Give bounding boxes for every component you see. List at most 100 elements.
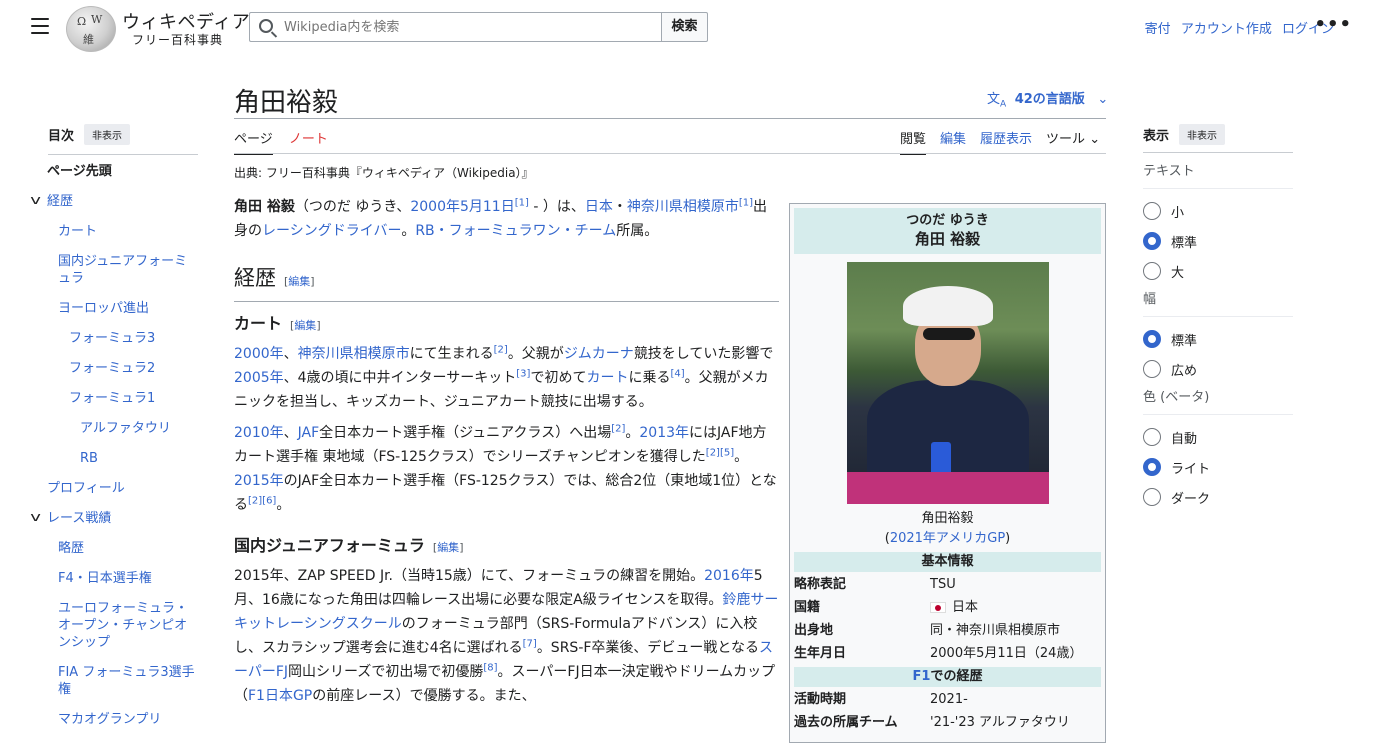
link-srs[interactable]: 鈴鹿サーキットレーシングスクール (234, 592, 778, 632)
radio-button[interactable] (1143, 428, 1161, 446)
tab-tools[interactable]: ツール ⌄ (1046, 128, 1100, 155)
toc-item[interactable]: 略歴 (32, 540, 198, 557)
toc-item[interactable]: フォーミュラ3 (32, 330, 198, 347)
toc-list: ページ先頭 v 経歴カート国内ジュニアフォーミュラヨーロッパ進出 フォーミュラ3 フォー… (30, 163, 198, 728)
tab-read[interactable]: 閲覧 (900, 128, 927, 155)
radio-button[interactable] (1143, 232, 1161, 250)
appearance-title: 表示 (1143, 128, 1170, 144)
appearance-hide-button[interactable]: 非表示 (1179, 123, 1226, 145)
link-f1-japan-gp[interactable]: F1日本GP (248, 688, 312, 704)
more-options-icon[interactable]: ••• (1314, 14, 1352, 35)
color-option[interactable]: ダーク (1143, 487, 1293, 507)
radio-button[interactable] (1143, 360, 1161, 378)
search-box[interactable] (249, 12, 662, 42)
infobox-row: 略称表記 TSU (794, 577, 956, 592)
infobox-row: 過去の所属チーム '21-'23 アルファタウリ (794, 715, 1070, 730)
paragraph: 2000年、神奈川県相模原市にて生まれる[2]。父親がジムカーナ競技をしていた影… (234, 344, 774, 410)
link-2016[interactable]: 2016年 (704, 568, 754, 584)
edit-link[interactable]: 編集 (288, 275, 310, 288)
toc-item[interactable]: ユーロフォーミュラ・オープン・チャンピオンシップ (32, 600, 198, 651)
search-input[interactable] (282, 19, 642, 36)
main-menu-icon[interactable] (31, 18, 49, 34)
tab-page[interactable]: ページ (234, 132, 273, 155)
toc-item[interactable]: フォーミュラ2 (32, 360, 198, 377)
infobox-row: 出身地 同・神奈川県相模原市 (794, 623, 1061, 638)
link-2013[interactable]: 2013年 (639, 425, 689, 441)
source-line: 出典: フリー百科事典『ウィキペディア（Wikipedia）』 (234, 166, 534, 180)
toc-item[interactable]: F4・日本選手権 (32, 570, 198, 587)
edit-link[interactable]: 編集 (294, 319, 316, 332)
language-button[interactable]: 文A 42の言語版 ⌄ (987, 88, 1108, 110)
page-title: 角田裕毅 (234, 88, 339, 118)
chevron-down-icon[interactable]: v (30, 509, 41, 526)
photo-caption: 角田裕毅 (2021年アメリカGP) (884, 511, 1011, 546)
link-super-fj[interactable]: スーパーFJ (234, 640, 773, 680)
toc-item[interactable]: カート (32, 223, 198, 240)
toc-item[interactable]: フォーミュラ1 (32, 390, 198, 407)
search-icon (259, 19, 273, 33)
tab-history[interactable]: 履歴表示 (980, 128, 1032, 155)
link-f1[interactable]: F1 (913, 669, 931, 684)
wikipedia-globe-logo[interactable]: Ω W 維 (66, 6, 116, 52)
link-2005[interactable]: 2005年 (234, 370, 284, 386)
link-gymkhana[interactable]: ジムカーナ (564, 346, 634, 362)
tab-talk[interactable]: ノート (289, 132, 328, 147)
link-jaf[interactable]: JAF (298, 425, 320, 441)
link-2010[interactable]: 2010年 (234, 425, 284, 441)
toc-item[interactable]: 国内ジュニアフォーミュラ (32, 253, 198, 287)
toc-item[interactable]: マカオグランプリ (32, 711, 198, 728)
toc-item[interactable]: FIA フォーミュラ3選手権 (32, 664, 198, 698)
site-tagline: フリー百科事典 (132, 33, 224, 47)
portrait-photo[interactable] (846, 262, 1049, 504)
text-size-label: テキスト (1143, 163, 1293, 189)
infobox-row: 活動時期 2021- (794, 692, 968, 707)
link-birthdate[interactable]: 2000年5月11日 (410, 199, 514, 215)
link-2000[interactable]: 2000年 (234, 346, 284, 362)
color-option[interactable]: ライト (1143, 457, 1293, 477)
radio-button[interactable] (1143, 330, 1161, 348)
link-2021-us-gp[interactable]: 2021年アメリカGP (890, 531, 1005, 546)
link-rb-f1[interactable]: RB・フォーミュラワン・チーム (415, 223, 616, 239)
infobox: つのだ ゆうき 角田 裕毅 角田裕毅 (2021年アメリカGP) 基本情報 略称… (789, 203, 1106, 743)
text-size-option[interactable]: 大 (1143, 261, 1293, 281)
chevron-down-icon[interactable]: v (30, 192, 41, 209)
radio-button[interactable] (1143, 262, 1161, 280)
link-sagamihara[interactable]: 神奈川県相模原市 (298, 346, 410, 362)
link-racing-driver[interactable]: レーシングドライバー (262, 223, 401, 239)
toc-item[interactable]: ページ先頭 (32, 163, 198, 180)
infobox-row: 国籍 日本 (794, 600, 979, 615)
text-size-option[interactable]: 標準 (1143, 231, 1293, 251)
width-option[interactable]: 広め (1143, 359, 1293, 379)
radio-button[interactable] (1143, 488, 1161, 506)
toc-item[interactable]: v レース戦績 (30, 509, 198, 527)
text-size-option[interactable]: 小 (1143, 201, 1293, 221)
donate-link[interactable]: 寄付 (1145, 22, 1171, 37)
width-option[interactable]: 標準 (1143, 329, 1293, 349)
toc-item[interactable]: v 経歴 (30, 192, 198, 210)
translate-icon: 文A (987, 92, 1007, 110)
radio-button[interactable] (1143, 202, 1161, 220)
toc-item[interactable]: プロフィール (32, 480, 198, 497)
link-sagamihara[interactable]: 神奈川県相模原市 (627, 199, 739, 215)
personal-tools: 寄付 アカウント作成 ログイン (1139, 18, 1334, 37)
link-2015[interactable]: 2015年 (234, 473, 284, 489)
color-option[interactable]: 自動 (1143, 427, 1293, 447)
search-button[interactable]: 検索 (661, 12, 708, 42)
article-body: 角田 裕毅（つのだ ゆうき、2000年5月11日[1] - ）は、日本・神奈川県… (234, 195, 779, 715)
lead-paragraph: 角田 裕毅（つのだ ゆうき、2000年5月11日[1] - ）は、日本・神奈川県… (234, 197, 768, 239)
toc-item[interactable]: ヨーロッパ進出 (32, 300, 198, 317)
section-heading-kart: カート [編集] (234, 314, 321, 333)
infobox-row: 生年月日 2000年5月11日（24歳） (794, 646, 1083, 661)
japan-flag-icon (930, 602, 946, 613)
create-account-link[interactable]: アカウント作成 (1181, 22, 1272, 37)
appearance-panel: 表示 非表示 テキスト 小標準大 幅 標準 広め 色 (ベータ) 自動 ライト ダーク (1143, 123, 1293, 517)
link-kart[interactable]: カート (586, 370, 628, 386)
toc-item[interactable]: アルファタウリ (32, 420, 198, 437)
paragraph: 2010年、JAF全日本カート選手権（ジュニアクラス）へ出場[2]。2013年に… (234, 423, 777, 513)
link-japan[interactable]: 日本 (585, 199, 613, 215)
tab-edit[interactable]: 編集 (940, 128, 966, 155)
toc-item[interactable]: RB (32, 450, 198, 467)
toc-hide-button[interactable]: 非表示 (84, 123, 131, 145)
edit-link[interactable]: 編集 (437, 541, 459, 554)
radio-button[interactable] (1143, 458, 1161, 476)
